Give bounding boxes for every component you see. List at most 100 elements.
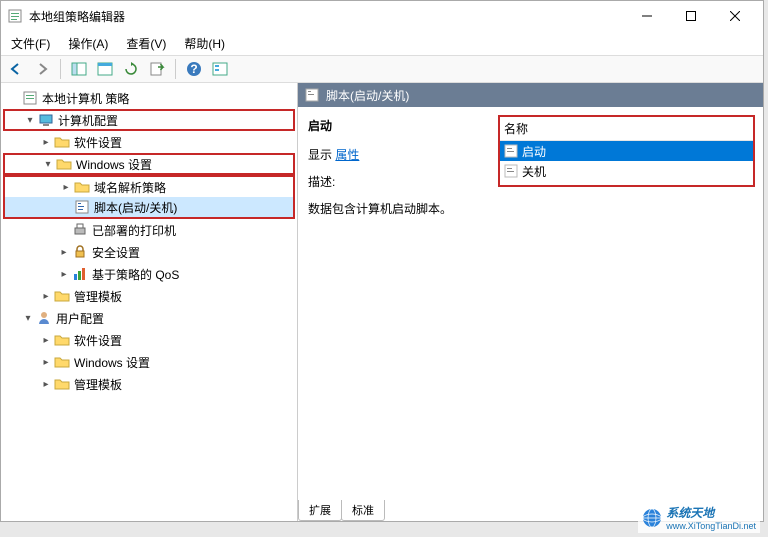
app-window: 本地组策略编辑器 文件(F) 操作(A) 查看(V) 帮助(H) — [0, 0, 764, 522]
watermark: 系统天地 www.XiTongTianDi.net — [638, 502, 760, 533]
folder-icon — [55, 156, 73, 172]
tree-label: 域名解析策略 — [94, 179, 166, 196]
tabbar: 扩展 标准 — [298, 499, 384, 521]
show-label: 显示 — [308, 148, 335, 162]
chevron-right-icon: ▸ — [39, 357, 53, 368]
tree-root[interactable]: 本地计算机 策略 — [3, 87, 295, 109]
arrow-right-icon — [34, 61, 50, 77]
chevron-right-icon: ▸ — [39, 137, 53, 148]
computer-icon — [37, 112, 55, 128]
list-item-label: 关机 — [522, 163, 546, 180]
folder-icon — [53, 376, 71, 392]
refresh-icon — [123, 61, 139, 77]
menu-view[interactable]: 查看(V) — [122, 33, 170, 54]
tab-extended[interactable]: 扩展 — [298, 500, 342, 521]
watermark-url: www.XiTongTianDi.net — [666, 521, 756, 531]
detail-body: 启动 显示 属性 描述: 数据包含计算机启动脚本。 名称 启动 — [298, 107, 763, 521]
folder-icon — [73, 179, 91, 195]
highlighted-list: 名称 启动 关机 — [498, 115, 755, 187]
script-icon — [73, 199, 91, 215]
tree-software-settings[interactable]: ▸ 软件设置 — [3, 131, 295, 153]
script-icon — [504, 144, 518, 158]
chevron-down-icon: ▾ — [23, 115, 37, 126]
export-icon — [149, 61, 165, 77]
tree-label: 用户配置 — [56, 310, 104, 327]
chevron-right-icon: ▸ — [39, 291, 53, 302]
watermark-brand: 系统天地 — [666, 504, 756, 521]
menu-action[interactable]: 操作(A) — [64, 33, 112, 54]
tree-windows-settings-user[interactable]: ▸ Windows 设置 — [3, 351, 295, 373]
app-icon — [7, 8, 23, 24]
tab-standard[interactable]: 标准 — [341, 500, 385, 521]
tree-label: Windows 设置 — [74, 354, 150, 371]
export-button[interactable] — [146, 58, 168, 80]
list-item-shutdown[interactable]: 关机 — [500, 161, 753, 181]
forward-button[interactable] — [31, 58, 53, 80]
tree-label: 软件设置 — [74, 134, 122, 151]
properties-icon — [97, 61, 113, 77]
folder-icon — [53, 134, 71, 150]
minimize-button[interactable] — [625, 2, 669, 30]
toolbar-separator — [175, 59, 176, 79]
help-icon: ? — [186, 61, 202, 77]
chevron-down-icon: ▾ — [21, 313, 35, 324]
tree-label: 计算机配置 — [58, 112, 118, 129]
tree-panel[interactable]: 本地计算机 策略 ▾ 计算机配置 ▸ 软件设置 ▾ Windows 设置 ▸ 域 — [1, 83, 298, 521]
content-area: 本地计算机 策略 ▾ 计算机配置 ▸ 软件设置 ▾ Windows 设置 ▸ 域 — [1, 83, 763, 521]
tree-policy-qos[interactable]: ▸ 基于策略的 QoS — [3, 263, 295, 285]
close-button[interactable] — [713, 2, 757, 30]
tree-label: 软件设置 — [74, 332, 122, 349]
tree-label: 管理模板 — [74, 288, 122, 305]
menubar: 文件(F) 操作(A) 查看(V) 帮助(H) — [1, 31, 763, 55]
tree-user-config[interactable]: ▾ 用户配置 — [3, 307, 295, 329]
tree-admin-templates-user[interactable]: ▸ 管理模板 — [3, 373, 295, 395]
tree-deployed-printers[interactable]: 已部署的打印机 — [3, 219, 295, 241]
detail-title: 脚本(启动/关机) — [326, 87, 409, 104]
column-header-name[interactable]: 名称 — [500, 117, 753, 141]
detail-list-pane: 名称 启动 关机 — [498, 113, 763, 521]
chevron-right-icon: ▸ — [57, 269, 71, 280]
menu-file[interactable]: 文件(F) — [7, 33, 54, 54]
tree-label: 脚本(启动/关机) — [94, 199, 177, 216]
help-button[interactable]: ? — [183, 58, 205, 80]
chevron-right-icon: ▸ — [57, 247, 71, 258]
tree-label: 本地计算机 策略 — [42, 90, 129, 107]
menu-help[interactable]: 帮助(H) — [180, 33, 229, 54]
tree-admin-templates[interactable]: ▸ 管理模板 — [3, 285, 295, 307]
tree-computer-config[interactable]: ▾ 计算机配置 — [3, 109, 295, 131]
lock-icon — [71, 244, 89, 260]
folder-icon — [53, 354, 71, 370]
svg-text:?: ? — [190, 62, 197, 76]
script-icon — [504, 164, 518, 178]
printer-icon — [71, 222, 89, 238]
chart-icon — [71, 266, 89, 282]
window-title: 本地组策略编辑器 — [29, 8, 625, 25]
tree-label: 基于策略的 QoS — [92, 266, 179, 283]
tree-security-settings[interactable]: ▸ 安全设置 — [3, 241, 295, 263]
filter-button[interactable] — [209, 58, 231, 80]
folder-icon — [53, 288, 71, 304]
detail-panel: 脚本(启动/关机) 启动 显示 属性 描述: 数据包含计算机启动脚本。 名称 — [298, 83, 763, 521]
chevron-right-icon: ▸ — [39, 335, 53, 346]
list-item-startup[interactable]: 启动 — [500, 141, 753, 161]
show-hide-tree-button[interactable] — [68, 58, 90, 80]
description-label: 描述: — [308, 173, 488, 190]
tree-name-resolution[interactable]: ▸ 域名解析策略 — [3, 175, 295, 197]
tree-scripts[interactable]: 脚本(启动/关机) — [3, 197, 295, 219]
back-button[interactable] — [5, 58, 27, 80]
toolbar-separator — [60, 59, 61, 79]
properties-button[interactable] — [94, 58, 116, 80]
toolbar: ? — [1, 55, 763, 83]
tree-software-settings-user[interactable]: ▸ 软件设置 — [3, 329, 295, 351]
panel-icon — [71, 61, 87, 77]
refresh-button[interactable] — [120, 58, 142, 80]
tree-label: Windows 设置 — [76, 156, 152, 173]
arrow-left-icon — [8, 61, 24, 77]
tree-label: 已部署的打印机 — [92, 222, 176, 239]
maximize-button[interactable] — [669, 2, 713, 30]
properties-link[interactable]: 属性 — [335, 148, 359, 162]
tree-windows-settings[interactable]: ▾ Windows 设置 — [3, 153, 295, 175]
detail-heading: 启动 — [308, 117, 488, 134]
chevron-down-icon: ▾ — [41, 159, 55, 170]
show-properties-line: 显示 属性 — [308, 146, 488, 163]
